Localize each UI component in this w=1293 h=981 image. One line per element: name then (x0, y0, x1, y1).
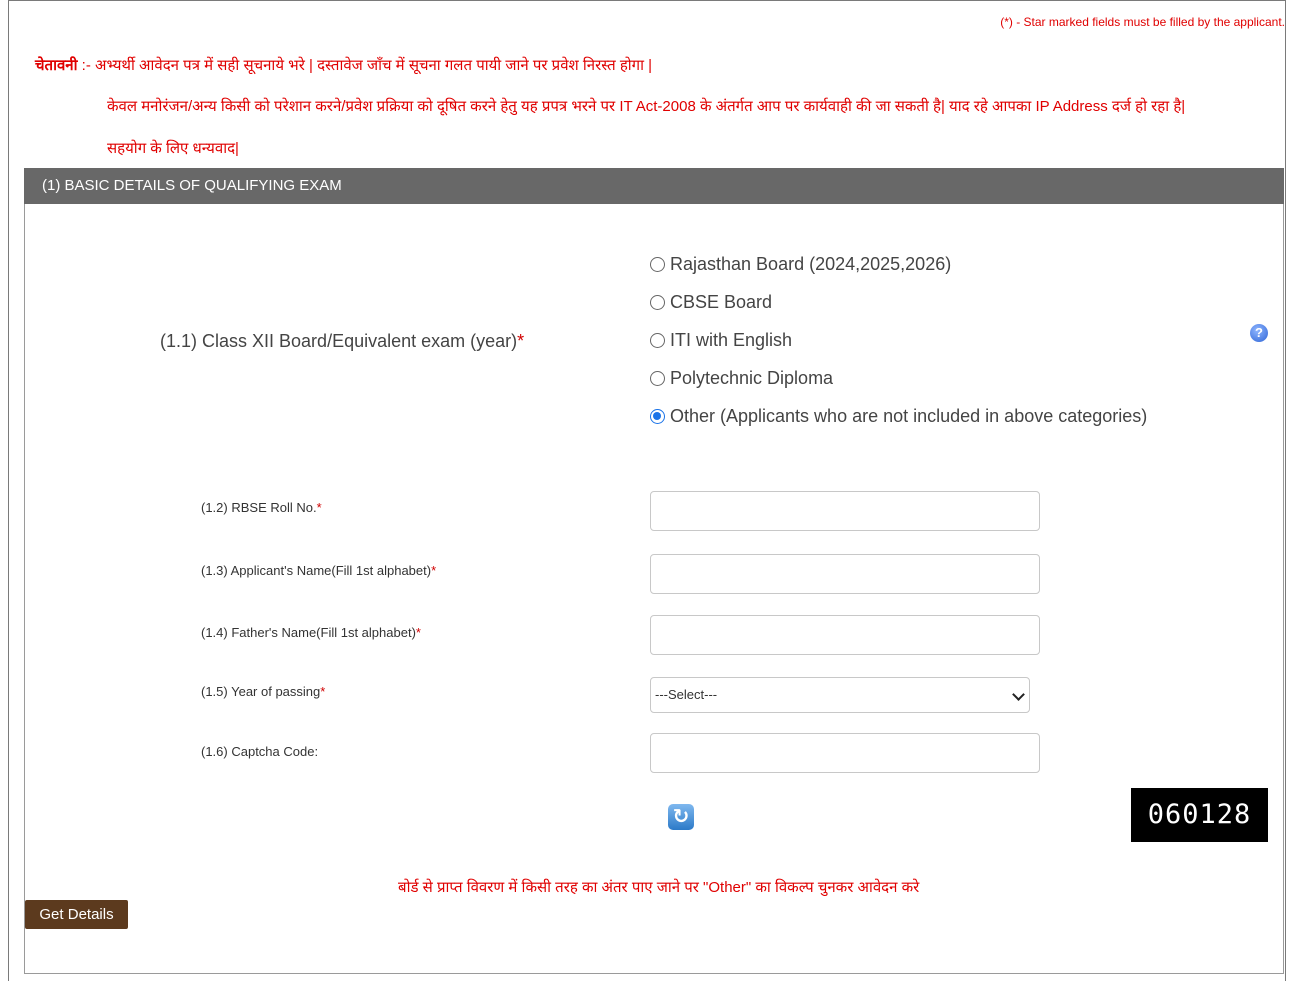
year-passing-label: (1.5) Year of passing* (201, 684, 325, 699)
radio-label: Other (Applicants who are not included i… (670, 406, 1148, 426)
warning-line-1: चेतावनी :- अभ्यर्थी आवेदन पत्र में सही स… (35, 55, 652, 75)
captcha-image: 060128 (1131, 788, 1268, 842)
section-header: (1) BASIC DETAILS OF QUALIFYING EXAM (24, 168, 1284, 204)
radio-label: CBSE Board (670, 292, 773, 312)
captcha-label: (1.6) Captcha Code: (201, 744, 319, 759)
required-star: * (517, 331, 525, 351)
required-star: * (415, 625, 421, 640)
applicant-name-label: (1.3) Applicant's Name(Fill 1st alphabet… (201, 563, 436, 578)
father-name-input[interactable] (650, 615, 1040, 655)
warning-line-3: सहयोग के लिए धन्यवाद| (107, 140, 239, 157)
applicant-name-text: (1.3) Applicant's Name(Fill 1st alphabet… (201, 563, 432, 578)
roll-no-label: (1.2) RBSE Roll No.* (201, 500, 322, 515)
year-select-value: ---Select--- (655, 687, 718, 702)
year-passing-select[interactable]: ---Select--- (650, 677, 1030, 713)
father-name-label: (1.4) Father's Name(Fill 1st alphabet)* (201, 625, 421, 640)
board-question-text: (1.1) Class XII Board/Equivalent exam (y… (160, 331, 518, 351)
board-question-label: (1.1) Class XII Board/Equivalent exam (y… (160, 331, 524, 352)
required-fields-note: (*) - Star marked fields must be filled … (1000, 15, 1285, 29)
radio-rajasthan-board[interactable]: Rajasthan Board (2024,2025,2026) (650, 254, 951, 275)
roll-no-text: (1.2) RBSE Roll No. (201, 500, 317, 515)
refresh-icon[interactable]: ↻ (668, 804, 694, 830)
warning-text-1: :- अभ्यर्थी आवेदन पत्र में सही सूचनाये भ… (77, 57, 653, 74)
radio-cbse-board[interactable]: CBSE Board (650, 292, 772, 313)
radio-label: Rajasthan Board (2024,2025,2026) (670, 254, 952, 274)
radio-polytechnic-diploma[interactable]: Polytechnic Diploma (650, 368, 833, 389)
radio-circle-selected[interactable] (650, 409, 665, 424)
radio-label: ITI with English (670, 330, 793, 350)
radio-circle[interactable] (650, 295, 665, 310)
help-icon[interactable]: ? (1250, 324, 1268, 342)
radio-circle[interactable] (650, 371, 665, 386)
warning-line-2: केवल मनोरंजन/अन्य किसी को परेशान करने/प्… (107, 98, 1186, 115)
roll-no-input[interactable] (650, 491, 1040, 531)
warning-label: चेतावनी (35, 57, 78, 74)
chevron-down-icon (1012, 688, 1025, 701)
radio-label: Polytechnic Diploma (670, 368, 834, 388)
get-details-button[interactable]: Get Details (25, 900, 128, 929)
father-name-text: (1.4) Father's Name(Fill 1st alphabet) (201, 625, 416, 640)
year-passing-text: (1.5) Year of passing (201, 684, 321, 699)
required-star: * (320, 684, 326, 699)
radio-other[interactable]: Other (Applicants who are not included i… (650, 406, 1147, 427)
captcha-input[interactable] (650, 733, 1040, 773)
radio-iti-english[interactable]: ITI with English (650, 330, 792, 351)
required-star: * (431, 563, 437, 578)
other-option-note: बोर्ड से प्राप्त विवरण में किसी तरह का अ… (398, 879, 920, 896)
radio-circle[interactable] (650, 333, 665, 348)
radio-circle[interactable] (650, 257, 665, 272)
applicant-name-input[interactable] (650, 554, 1040, 594)
required-star: * (316, 500, 322, 515)
